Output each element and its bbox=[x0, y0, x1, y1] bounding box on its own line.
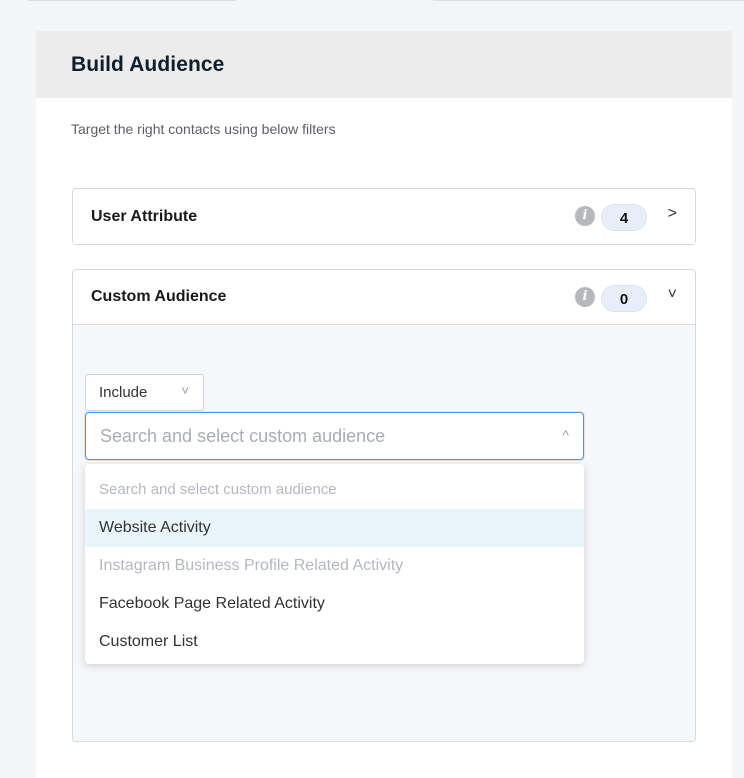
dropdown-option-facebook-activity[interactable]: Facebook Page Related Activity bbox=[85, 585, 584, 623]
chevron-up-icon[interactable]: ^ bbox=[562, 427, 569, 443]
tab-divider-right bbox=[433, 0, 744, 1]
page-title: Build Audience bbox=[71, 52, 225, 76]
custom-audience-count-badge: 0 bbox=[601, 285, 647, 312]
dropdown-option-instagram-activity: Instagram Business Profile Related Activ… bbox=[99, 557, 404, 574]
custom-audience-header[interactable]: Custom Audience i 0 ˅ bbox=[73, 270, 695, 325]
panel-subtitle: Target the right contacts using below fi… bbox=[71, 121, 336, 137]
panel-header: Build Audience bbox=[36, 31, 732, 98]
info-icon[interactable]: i bbox=[575, 206, 595, 226]
chevron-down-icon: ˅ bbox=[181, 383, 189, 398]
user-attribute-section: User Attribute i 4 > bbox=[72, 188, 696, 245]
custom-audience-search-input[interactable] bbox=[86, 413, 583, 459]
user-attribute-header[interactable]: User Attribute i 4 > bbox=[73, 189, 695, 244]
dropdown-option-placeholder: Search and select custom audience bbox=[99, 481, 337, 498]
chevron-down-icon[interactable]: ˅ bbox=[668, 286, 677, 304]
custom-audience-section: Custom Audience i 0 ˅ Include ˅ ^ Search… bbox=[72, 269, 696, 742]
custom-audience-body: Include ˅ ^ Search and select custom aud… bbox=[73, 326, 695, 741]
custom-audience-search[interactable]: ^ bbox=[85, 412, 584, 460]
include-select-value: Include bbox=[99, 384, 148, 401]
dropdown-option-website-activity[interactable]: Website Activity bbox=[85, 509, 584, 547]
user-attribute-label: User Attribute bbox=[91, 207, 198, 225]
build-audience-panel: Build Audience Target the right contacts… bbox=[36, 31, 732, 778]
tab-divider-left bbox=[28, 0, 236, 1]
chevron-right-icon[interactable]: > bbox=[668, 205, 677, 223]
user-attribute-count-badge: 4 bbox=[601, 204, 647, 231]
include-exclude-select[interactable]: Include ˅ bbox=[85, 374, 204, 411]
dropdown-option-customer-list[interactable]: Customer List bbox=[85, 623, 584, 661]
info-icon[interactable]: i bbox=[575, 287, 595, 307]
custom-audience-label: Custom Audience bbox=[91, 288, 227, 305]
top-tab-strip bbox=[0, 0, 744, 2]
custom-audience-dropdown: Search and select custom audience Websit… bbox=[85, 464, 584, 664]
